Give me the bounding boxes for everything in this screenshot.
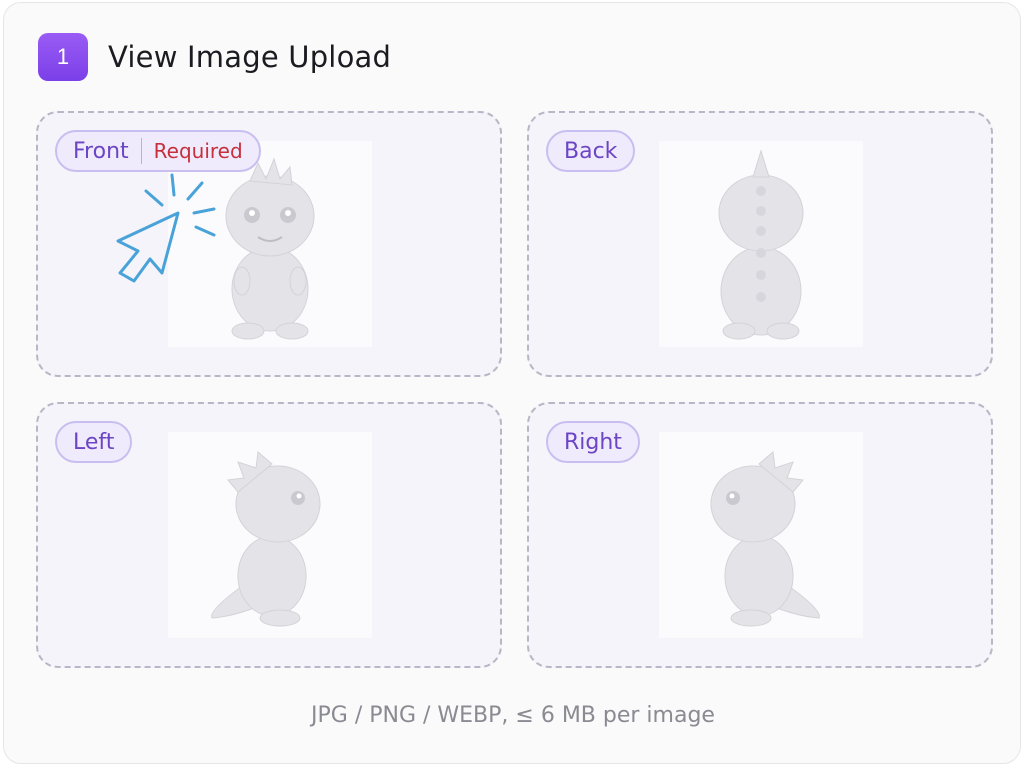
tag-left-label: Left [73, 429, 115, 455]
tag-right-label: Right [564, 429, 622, 455]
section-title: View Image Upload [108, 40, 392, 74]
tag-back: Back [546, 130, 636, 172]
step-number-badge: 1 [38, 33, 88, 81]
tag-front-label: Front [73, 138, 129, 164]
upload-slot-back[interactable]: Back [527, 111, 993, 377]
upload-slot-left[interactable]: Left [36, 402, 502, 668]
upload-card: 1 View Image Upload Front Required Back … [3, 2, 1021, 764]
file-format-hint: JPG / PNG / WEBP, ≤ 6 MB per image [311, 703, 715, 728]
required-label: Required [153, 139, 243, 163]
dino-back-figure [718, 149, 804, 340]
upload-slot-front[interactable]: Front Required [36, 111, 502, 377]
back-view-image [659, 141, 863, 347]
tag-divider [140, 138, 142, 164]
tag-left: Left [55, 421, 133, 463]
dino-right-figure [710, 451, 820, 627]
dino-left-figure [211, 451, 321, 627]
tag-right: Right [546, 421, 640, 463]
tag-front: Front Required [55, 130, 261, 172]
right-view-image [659, 432, 863, 638]
upload-slot-right[interactable]: Right [527, 402, 993, 668]
left-view-image [168, 432, 372, 638]
section-header: 1 View Image Upload [38, 33, 391, 81]
tag-back-label: Back [564, 138, 618, 164]
